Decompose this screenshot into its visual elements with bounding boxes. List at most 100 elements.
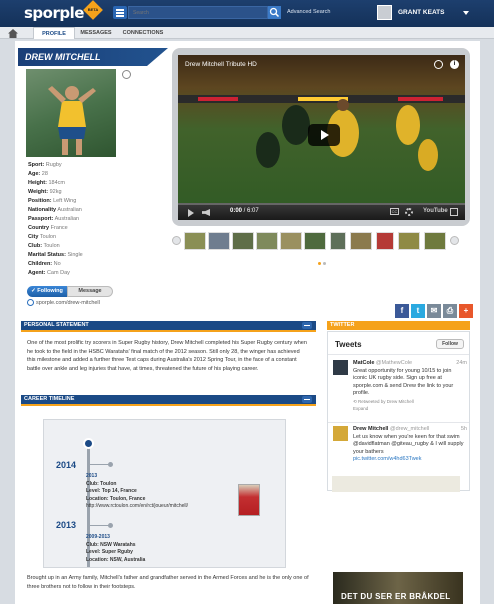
message-button[interactable]: Message bbox=[67, 286, 113, 297]
collapse-button[interactable] bbox=[302, 396, 312, 403]
timeline-location: Location: Toulon, France bbox=[86, 495, 146, 502]
carousel-dot[interactable] bbox=[318, 262, 321, 265]
flag-icon[interactable] bbox=[122, 70, 131, 79]
video-title[interactable]: Drew Mitchell Tribute HD bbox=[185, 61, 257, 68]
video-thumb[interactable] bbox=[232, 232, 254, 250]
twitter-share-icon[interactable]: t bbox=[411, 304, 425, 318]
twitter-widget: Tweets Follow MatCole @MathewCole Great … bbox=[327, 331, 470, 491]
profile-url[interactable]: sporple.com/drew-mitchell bbox=[27, 299, 100, 306]
twitter-follow-button[interactable]: Follow bbox=[436, 339, 464, 349]
collapse-button[interactable] bbox=[302, 322, 312, 329]
player-figure bbox=[48, 86, 96, 155]
video-thumb[interactable] bbox=[280, 232, 302, 250]
tweet-author[interactable]: Drew Mitchell bbox=[353, 426, 388, 432]
tweet-avatar[interactable] bbox=[333, 360, 348, 375]
plus-icon[interactable]: + bbox=[459, 304, 473, 318]
email-icon[interactable]: ✉ bbox=[427, 304, 441, 318]
personal-statement-header: PERSONAL STATEMENT bbox=[21, 321, 316, 330]
search-field[interactable] bbox=[128, 6, 268, 19]
tab-connections[interactable]: CONNECTIONS bbox=[119, 27, 167, 39]
beta-badge-label: BETA bbox=[87, 7, 99, 12]
tab-messages[interactable]: MESSAGES bbox=[77, 27, 115, 39]
twitter-follow-label: Follow bbox=[442, 341, 458, 347]
timeline-period: 2009-2013 bbox=[86, 534, 110, 540]
video-thumb[interactable] bbox=[398, 232, 420, 250]
fullscreen-icon[interactable] bbox=[450, 208, 458, 216]
info-row: City Toulon bbox=[28, 234, 57, 240]
thumbs-next-arrow-icon[interactable] bbox=[450, 236, 459, 245]
video-progress-bar[interactable] bbox=[178, 203, 465, 205]
play-control-icon[interactable] bbox=[188, 209, 194, 217]
timeline-club: Club: NSW Waratahs bbox=[86, 541, 136, 548]
following-label: Following bbox=[37, 288, 63, 294]
user-avatar[interactable] bbox=[377, 5, 392, 20]
timeline-location: Location: NSW, Australia bbox=[86, 556, 146, 563]
info-row: Agent: Cam Day bbox=[28, 270, 70, 276]
carousel-dots[interactable] bbox=[318, 261, 328, 267]
retweet-label: Retweeted by Drew Mitchell bbox=[358, 398, 414, 404]
video-thumb[interactable] bbox=[208, 232, 230, 250]
info-icon[interactable]: i bbox=[450, 60, 459, 69]
captions-icon[interactable]: CC bbox=[390, 208, 399, 215]
carousel-dot[interactable] bbox=[323, 262, 326, 265]
ad-text: DET DU SER ER BRÅKDEL bbox=[341, 592, 451, 601]
thumbs-prev-arrow-icon[interactable] bbox=[172, 236, 181, 245]
search-button[interactable] bbox=[268, 6, 281, 19]
video-controls: 0:00 / 6:07 CC YouTube bbox=[178, 203, 465, 220]
search-input[interactable] bbox=[129, 7, 267, 18]
info-row: Age: 28 bbox=[28, 171, 48, 177]
timeline-entry: 2009-2013 Club: NSW Waratahs Level: Supe… bbox=[86, 534, 285, 564]
info-row: Marital Status: Single bbox=[28, 252, 83, 258]
video-thumb[interactable] bbox=[256, 232, 278, 250]
youtube-logo[interactable]: YouTube bbox=[423, 208, 448, 214]
tab-profile[interactable]: PROFILE bbox=[33, 27, 75, 39]
settings-gear-icon[interactable] bbox=[405, 208, 413, 216]
career-timeline-title: CAREER TIMELINE bbox=[24, 396, 75, 402]
twitter-header-title: TWITTER bbox=[330, 322, 355, 328]
tweet-author[interactable]: MatCole bbox=[353, 360, 374, 366]
tweet-time[interactable]: 24m bbox=[456, 360, 467, 368]
advanced-search-link[interactable]: Advanced Search bbox=[287, 9, 330, 15]
info-row: Country France bbox=[28, 225, 68, 231]
twitter-header: TWITTER bbox=[327, 321, 470, 330]
beta-badge: BETA bbox=[83, 0, 103, 20]
tweet-handle[interactable]: @drew_mitchell bbox=[390, 426, 429, 432]
video-thumb[interactable] bbox=[424, 232, 446, 250]
volume-icon[interactable] bbox=[202, 209, 210, 216]
chevron-down-icon[interactable] bbox=[463, 11, 469, 15]
profile-name-banner: DREW MITCHELL bbox=[18, 48, 168, 66]
video-time-current: 0:00 bbox=[230, 208, 243, 214]
home-icon[interactable] bbox=[8, 29, 18, 38]
following-button[interactable]: ✓ Following bbox=[27, 286, 67, 297]
video-thumb[interactable] bbox=[304, 232, 326, 250]
tweet[interactable]: MatCole @MathewCole Great opportunity fo… bbox=[333, 360, 467, 422]
tweet-time[interactable]: 5h bbox=[461, 426, 467, 434]
tweet-image-preview[interactable] bbox=[332, 476, 460, 492]
sporple-logo[interactable]: sporple bbox=[24, 4, 84, 22]
tweet-expand-link[interactable]: Expand bbox=[353, 405, 465, 413]
video-thumb[interactable] bbox=[330, 232, 346, 250]
watch-later-icon[interactable] bbox=[434, 60, 443, 69]
timeline-period: 2013 bbox=[86, 473, 98, 479]
nav-bar: PROFILE MESSAGES CONNECTIONS bbox=[0, 27, 494, 39]
facebook-icon[interactable]: f bbox=[395, 304, 409, 318]
play-button[interactable] bbox=[308, 124, 340, 146]
tweet-pic-link[interactable]: pic.twitter.com/w4hd63Twek bbox=[353, 456, 421, 462]
user-name[interactable]: GRANT KEATS bbox=[398, 9, 444, 16]
menu-icon[interactable] bbox=[113, 6, 127, 19]
play-icon bbox=[321, 130, 329, 140]
video-thumb[interactable] bbox=[184, 232, 206, 250]
timeline-year: 2013 bbox=[56, 520, 77, 530]
career-timeline: 2014 2013 Club: Toulon Level: Top 14, Fr… bbox=[43, 419, 286, 568]
video-thumb[interactable] bbox=[376, 232, 394, 250]
timeline-start-node bbox=[83, 438, 94, 449]
personal-statement-text: One of the most prolific try scorers in … bbox=[27, 340, 307, 372]
tweet-avatar[interactable] bbox=[333, 426, 348, 441]
timeline-year: 2014 bbox=[56, 460, 77, 470]
advertisement[interactable]: DET DU SER ER BRÅKDEL bbox=[333, 572, 463, 604]
video-player[interactable]: Drew Mitchell Tribute HD i 0:00 / 6:07 C… bbox=[178, 55, 465, 220]
biography-text: Brought up in an Army family, Mitchell's… bbox=[27, 575, 309, 590]
tweet-handle[interactable]: @MathewCole bbox=[376, 360, 412, 366]
video-thumb[interactable] bbox=[350, 232, 372, 250]
print-icon[interactable]: ⎙ bbox=[443, 304, 457, 318]
